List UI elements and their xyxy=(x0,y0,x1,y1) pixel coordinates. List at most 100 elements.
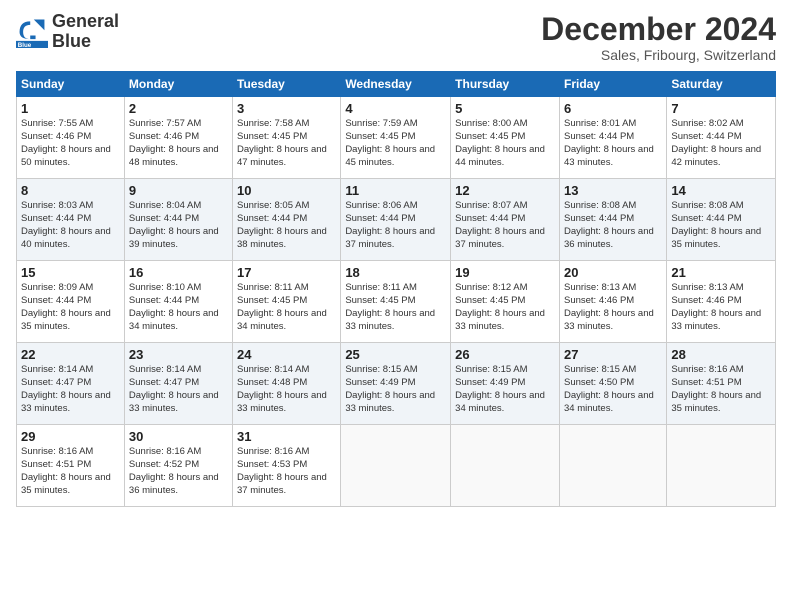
day-number: 25 xyxy=(345,347,446,362)
day-number: 31 xyxy=(237,429,336,444)
day-info: Sunrise: 7:55 AM Sunset: 4:46 PM Dayligh… xyxy=(21,118,120,169)
table-row xyxy=(451,425,560,507)
table-row: 7 Sunrise: 8:02 AM Sunset: 4:44 PM Dayli… xyxy=(667,97,776,179)
table-row: 22 Sunrise: 8:14 AM Sunset: 4:47 PM Dayl… xyxy=(17,343,125,425)
day-number: 14 xyxy=(671,183,771,198)
day-info: Sunrise: 8:09 AM Sunset: 4:44 PM Dayligh… xyxy=(21,282,120,333)
title-area: December 2024 Sales, Fribourg, Switzerla… xyxy=(541,12,776,63)
location: Sales, Fribourg, Switzerland xyxy=(541,47,776,63)
day-number: 20 xyxy=(564,265,662,280)
day-number: 16 xyxy=(129,265,228,280)
day-info: Sunrise: 8:13 AM Sunset: 4:46 PM Dayligh… xyxy=(564,282,662,333)
logo-icon: Blue xyxy=(16,16,48,48)
table-row: 28 Sunrise: 8:16 AM Sunset: 4:51 PM Dayl… xyxy=(667,343,776,425)
day-info: Sunrise: 8:15 AM Sunset: 4:49 PM Dayligh… xyxy=(455,364,555,415)
day-info: Sunrise: 7:59 AM Sunset: 4:45 PM Dayligh… xyxy=(345,118,446,169)
table-row: 8 Sunrise: 8:03 AM Sunset: 4:44 PM Dayli… xyxy=(17,179,125,261)
calendar-week-row: 15 Sunrise: 8:09 AM Sunset: 4:44 PM Dayl… xyxy=(17,261,776,343)
day-info: Sunrise: 7:58 AM Sunset: 4:45 PM Dayligh… xyxy=(237,118,336,169)
day-info: Sunrise: 8:14 AM Sunset: 4:48 PM Dayligh… xyxy=(237,364,336,415)
table-row xyxy=(559,425,666,507)
table-row: 26 Sunrise: 8:15 AM Sunset: 4:49 PM Dayl… xyxy=(451,343,560,425)
day-info: Sunrise: 8:11 AM Sunset: 4:45 PM Dayligh… xyxy=(237,282,336,333)
col-saturday: Saturday xyxy=(667,72,776,97)
logo-line1: General xyxy=(52,12,119,32)
day-number: 15 xyxy=(21,265,120,280)
day-info: Sunrise: 8:02 AM Sunset: 4:44 PM Dayligh… xyxy=(671,118,771,169)
day-number: 21 xyxy=(671,265,771,280)
table-row: 1 Sunrise: 7:55 AM Sunset: 4:46 PM Dayli… xyxy=(17,97,125,179)
logo-line2: Blue xyxy=(52,32,119,52)
day-info: Sunrise: 8:08 AM Sunset: 4:44 PM Dayligh… xyxy=(564,200,662,251)
table-row: 19 Sunrise: 8:12 AM Sunset: 4:45 PM Dayl… xyxy=(451,261,560,343)
header: Blue General Blue December 2024 Sales, F… xyxy=(16,12,776,63)
col-wednesday: Wednesday xyxy=(341,72,451,97)
day-info: Sunrise: 8:11 AM Sunset: 4:45 PM Dayligh… xyxy=(345,282,446,333)
col-friday: Friday xyxy=(559,72,666,97)
table-row: 5 Sunrise: 8:00 AM Sunset: 4:45 PM Dayli… xyxy=(451,97,560,179)
day-info: Sunrise: 8:10 AM Sunset: 4:44 PM Dayligh… xyxy=(129,282,228,333)
day-number: 24 xyxy=(237,347,336,362)
day-number: 19 xyxy=(455,265,555,280)
page-container: Blue General Blue December 2024 Sales, F… xyxy=(0,0,792,515)
calendar-week-row: 29 Sunrise: 8:16 AM Sunset: 4:51 PM Dayl… xyxy=(17,425,776,507)
day-number: 29 xyxy=(21,429,120,444)
day-info: Sunrise: 8:00 AM Sunset: 4:45 PM Dayligh… xyxy=(455,118,555,169)
day-number: 3 xyxy=(237,101,336,116)
table-row: 20 Sunrise: 8:13 AM Sunset: 4:46 PM Dayl… xyxy=(559,261,666,343)
day-number: 18 xyxy=(345,265,446,280)
month-title: December 2024 xyxy=(541,12,776,47)
table-row: 16 Sunrise: 8:10 AM Sunset: 4:44 PM Dayl… xyxy=(124,261,232,343)
table-row: 30 Sunrise: 8:16 AM Sunset: 4:52 PM Dayl… xyxy=(124,425,232,507)
day-info: Sunrise: 8:15 AM Sunset: 4:49 PM Dayligh… xyxy=(345,364,446,415)
svg-text:Blue: Blue xyxy=(18,42,32,48)
table-row: 15 Sunrise: 8:09 AM Sunset: 4:44 PM Dayl… xyxy=(17,261,125,343)
table-row xyxy=(341,425,451,507)
table-row: 31 Sunrise: 8:16 AM Sunset: 4:53 PM Dayl… xyxy=(233,425,341,507)
col-monday: Monday xyxy=(124,72,232,97)
day-number: 1 xyxy=(21,101,120,116)
day-info: Sunrise: 8:01 AM Sunset: 4:44 PM Dayligh… xyxy=(564,118,662,169)
table-row: 4 Sunrise: 7:59 AM Sunset: 4:45 PM Dayli… xyxy=(341,97,451,179)
day-number: 11 xyxy=(345,183,446,198)
calendar-table: Sunday Monday Tuesday Wednesday Thursday… xyxy=(16,71,776,507)
day-info: Sunrise: 7:57 AM Sunset: 4:46 PM Dayligh… xyxy=(129,118,228,169)
table-row: 12 Sunrise: 8:07 AM Sunset: 4:44 PM Dayl… xyxy=(451,179,560,261)
day-info: Sunrise: 8:08 AM Sunset: 4:44 PM Dayligh… xyxy=(671,200,771,251)
table-row: 6 Sunrise: 8:01 AM Sunset: 4:44 PM Dayli… xyxy=(559,97,666,179)
day-number: 22 xyxy=(21,347,120,362)
day-number: 7 xyxy=(671,101,771,116)
day-info: Sunrise: 8:16 AM Sunset: 4:51 PM Dayligh… xyxy=(671,364,771,415)
day-info: Sunrise: 8:16 AM Sunset: 4:52 PM Dayligh… xyxy=(129,446,228,497)
day-info: Sunrise: 8:15 AM Sunset: 4:50 PM Dayligh… xyxy=(564,364,662,415)
day-info: Sunrise: 8:12 AM Sunset: 4:45 PM Dayligh… xyxy=(455,282,555,333)
table-row: 21 Sunrise: 8:13 AM Sunset: 4:46 PM Dayl… xyxy=(667,261,776,343)
day-number: 30 xyxy=(129,429,228,444)
day-info: Sunrise: 8:16 AM Sunset: 4:51 PM Dayligh… xyxy=(21,446,120,497)
calendar-header-row: Sunday Monday Tuesday Wednesday Thursday… xyxy=(17,72,776,97)
day-info: Sunrise: 8:16 AM Sunset: 4:53 PM Dayligh… xyxy=(237,446,336,497)
table-row: 24 Sunrise: 8:14 AM Sunset: 4:48 PM Dayl… xyxy=(233,343,341,425)
day-number: 6 xyxy=(564,101,662,116)
day-number: 10 xyxy=(237,183,336,198)
day-number: 2 xyxy=(129,101,228,116)
table-row: 27 Sunrise: 8:15 AM Sunset: 4:50 PM Dayl… xyxy=(559,343,666,425)
calendar-week-row: 22 Sunrise: 8:14 AM Sunset: 4:47 PM Dayl… xyxy=(17,343,776,425)
day-number: 26 xyxy=(455,347,555,362)
table-row: 25 Sunrise: 8:15 AM Sunset: 4:49 PM Dayl… xyxy=(341,343,451,425)
table-row: 9 Sunrise: 8:04 AM Sunset: 4:44 PM Dayli… xyxy=(124,179,232,261)
day-number: 8 xyxy=(21,183,120,198)
day-number: 27 xyxy=(564,347,662,362)
table-row: 18 Sunrise: 8:11 AM Sunset: 4:45 PM Dayl… xyxy=(341,261,451,343)
calendar-week-row: 8 Sunrise: 8:03 AM Sunset: 4:44 PM Dayli… xyxy=(17,179,776,261)
table-row: 3 Sunrise: 7:58 AM Sunset: 4:45 PM Dayli… xyxy=(233,97,341,179)
day-info: Sunrise: 8:14 AM Sunset: 4:47 PM Dayligh… xyxy=(129,364,228,415)
day-info: Sunrise: 8:05 AM Sunset: 4:44 PM Dayligh… xyxy=(237,200,336,251)
day-info: Sunrise: 8:07 AM Sunset: 4:44 PM Dayligh… xyxy=(455,200,555,251)
day-info: Sunrise: 8:06 AM Sunset: 4:44 PM Dayligh… xyxy=(345,200,446,251)
day-number: 5 xyxy=(455,101,555,116)
day-number: 9 xyxy=(129,183,228,198)
day-info: Sunrise: 8:03 AM Sunset: 4:44 PM Dayligh… xyxy=(21,200,120,251)
table-row: 11 Sunrise: 8:06 AM Sunset: 4:44 PM Dayl… xyxy=(341,179,451,261)
table-row xyxy=(667,425,776,507)
